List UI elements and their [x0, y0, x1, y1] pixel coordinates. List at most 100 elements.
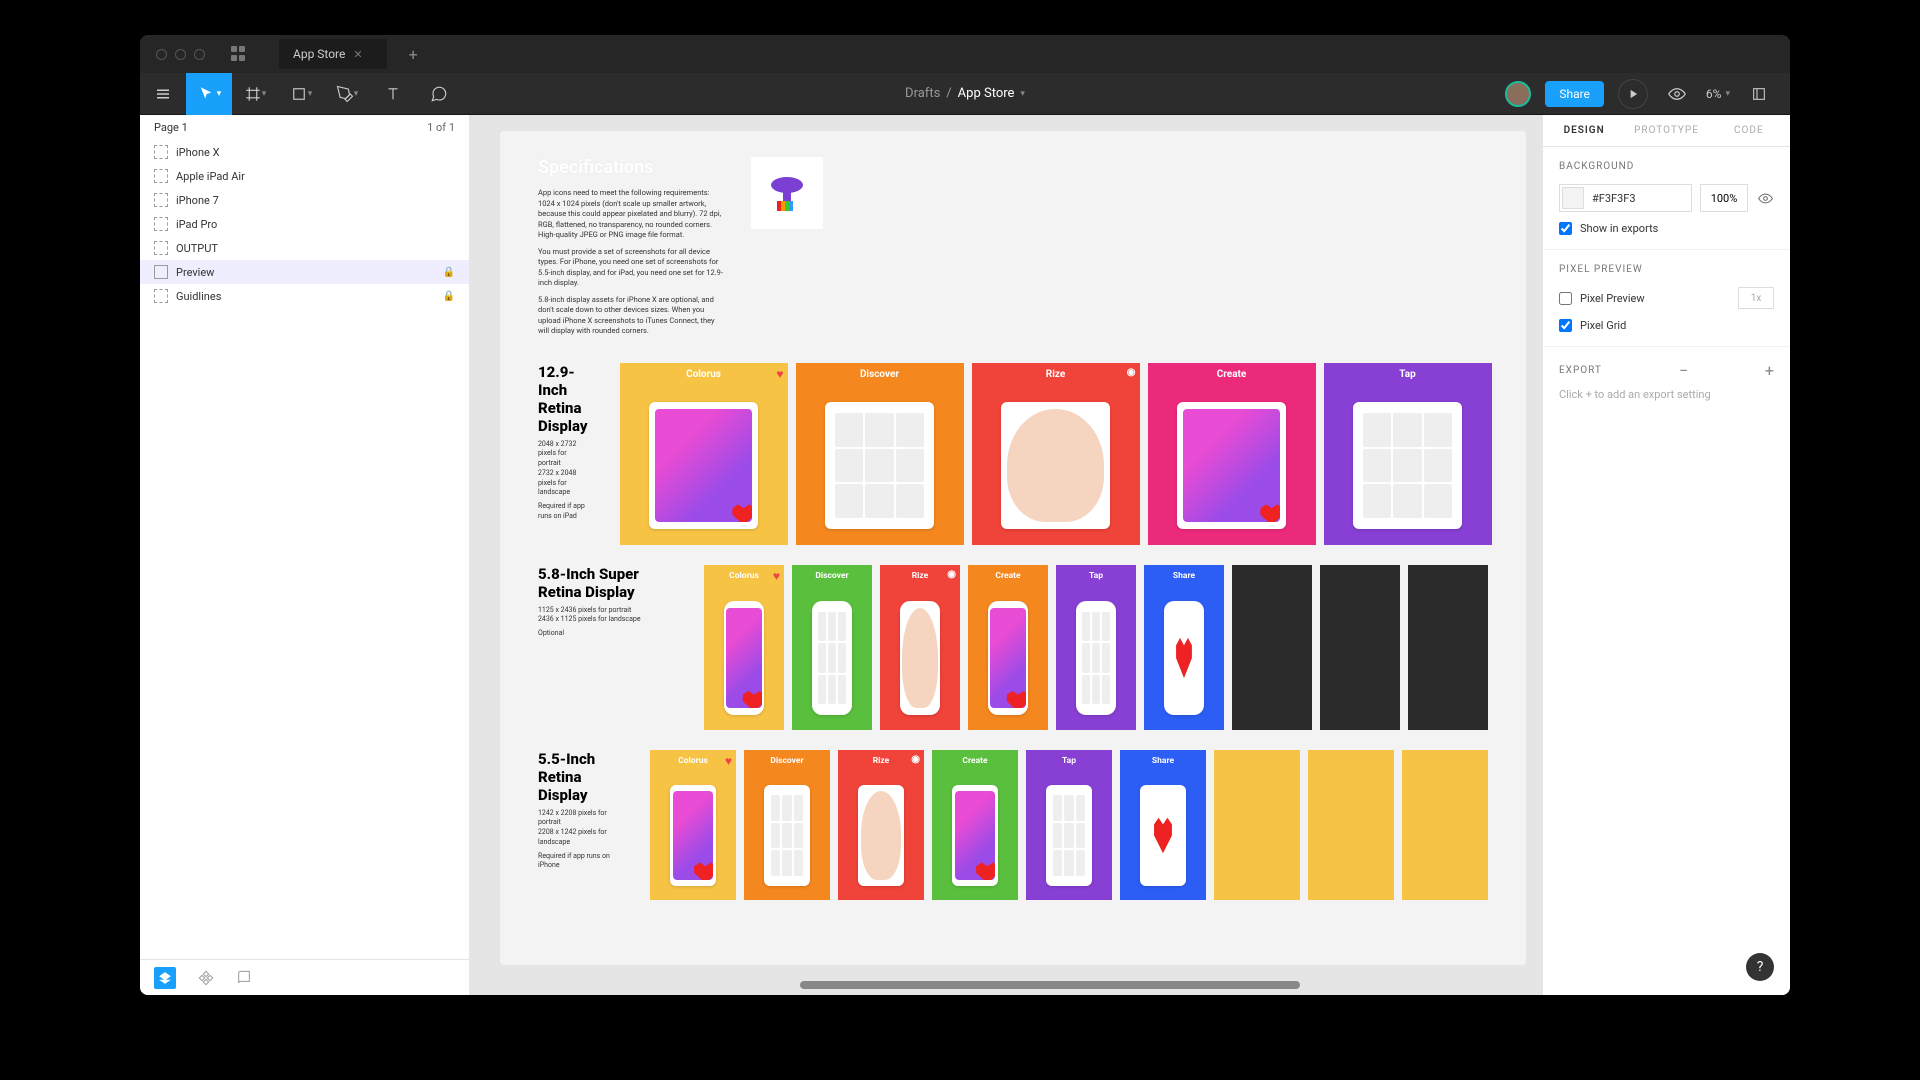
canvas[interactable]: Specifications App icons need to meet th… — [470, 115, 1542, 995]
screenshot-card[interactable]: Share — [1144, 565, 1224, 730]
chevron-down-icon[interactable]: ▾ — [1020, 89, 1025, 99]
heart-icon: ♥ — [776, 367, 783, 381]
text-tool[interactable] — [370, 73, 416, 115]
menu-button[interactable] — [140, 73, 186, 115]
screenshot-card[interactable]: Rize◉ — [838, 750, 924, 900]
color-hex[interactable]: #F3F3F3 — [1586, 192, 1642, 205]
screenshot-card[interactable]: Rize◉ — [880, 565, 960, 730]
color-swatch[interactable] — [1562, 187, 1584, 209]
share-button[interactable]: Share — [1545, 81, 1604, 107]
view-settings-icon[interactable] — [1662, 79, 1692, 109]
expand-panel-icon[interactable] — [1744, 79, 1774, 109]
avatar[interactable] — [1505, 81, 1531, 107]
components-tab-icon[interactable] — [198, 970, 214, 986]
present-button[interactable] — [1618, 79, 1648, 109]
device-mockup — [764, 785, 810, 886]
export-minus-icon[interactable]: − — [1679, 361, 1688, 380]
pixel-scale-select[interactable]: 1x — [1738, 287, 1774, 309]
lock-icon[interactable]: 🔒 — [443, 291, 455, 302]
pen-tool[interactable]: ▾ — [324, 73, 370, 115]
screenshot-card[interactable]: Colorus♥ — [650, 750, 736, 900]
screenshot-card[interactable]: Create — [968, 565, 1048, 730]
device-mockup — [724, 601, 765, 715]
screenshot-card[interactable]: Discover — [792, 565, 872, 730]
device-mockup — [952, 785, 998, 886]
screenshot-card[interactable]: Colorus♥ — [620, 363, 788, 545]
background-color-input[interactable]: #F3F3F3 — [1559, 184, 1692, 212]
frame-icon — [154, 145, 168, 159]
export-section: EXPORT − + Click + to add an export sett… — [1543, 347, 1790, 415]
visibility-toggle-icon[interactable] — [1756, 191, 1774, 206]
breadcrumb[interactable]: Drafts / App Store ▾ — [905, 86, 1025, 101]
layer-item[interactable]: Preview🔒 — [140, 260, 469, 284]
show-in-exports-checkbox[interactable]: Show in exports — [1559, 222, 1774, 235]
screenshots-row: Colorus♥DiscoverRize◉CreateTapShare — [650, 750, 1488, 900]
device-mockup — [900, 601, 941, 715]
checkbox[interactable] — [1559, 222, 1572, 235]
main: Page 1 1 of 1 iPhone XApple iPad AiriPho… — [140, 115, 1790, 995]
home-grid-icon[interactable] — [231, 46, 247, 62]
device-mockup — [1353, 402, 1462, 530]
maximize-window-icon[interactable] — [194, 49, 205, 60]
move-tool[interactable]: ▾ — [186, 73, 232, 115]
layer-item[interactable]: OUTPUT — [140, 236, 469, 260]
screenshot-card[interactable]: Tap — [1026, 750, 1112, 900]
file-tab[interactable]: App Store ✕ — [279, 39, 387, 69]
horizontal-scrollbar[interactable] — [800, 981, 1300, 989]
screenshot-card[interactable]: Share — [1120, 750, 1206, 900]
screenshot-card[interactable]: Colorus♥ — [704, 565, 784, 730]
pages-header[interactable]: Page 1 1 of 1 — [140, 115, 469, 140]
device-mockup — [670, 785, 716, 886]
shape-tool[interactable]: ▾ — [278, 73, 324, 115]
screenshot-card[interactable]: Tap — [1056, 565, 1136, 730]
layer-list: iPhone XApple iPad AiriPhone 7iPad ProOU… — [140, 140, 469, 959]
inspector-panel: DESIGN PROTOTYPE CODE BACKGROUND #F3F3F3… — [1542, 115, 1790, 995]
screenshot-card[interactable]: Rize◉ — [972, 363, 1140, 545]
window-controls[interactable] — [156, 49, 205, 60]
artboard[interactable]: Specifications App icons need to meet th… — [500, 131, 1526, 965]
tab-code[interactable]: CODE — [1708, 115, 1790, 146]
titlebar: App Store ✕ + — [140, 35, 1790, 73]
assets-tab-icon[interactable] — [236, 970, 252, 986]
tab-prototype[interactable]: PROTOTYPE — [1625, 115, 1707, 146]
inspector-tabs: DESIGN PROTOTYPE CODE — [1543, 115, 1790, 147]
breadcrumb-root[interactable]: Drafts — [905, 86, 940, 101]
camera-icon: ◉ — [1127, 367, 1136, 378]
close-window-icon[interactable] — [156, 49, 167, 60]
screenshot-placeholder — [1402, 750, 1488, 900]
artboard-content: Specifications App icons need to meet th… — [500, 131, 1526, 946]
frame-icon — [154, 265, 168, 279]
close-tab-icon[interactable]: ✕ — [353, 48, 362, 61]
comment-tool[interactable] — [416, 73, 462, 115]
opacity-input[interactable]: 100% — [1700, 184, 1748, 212]
export-add-icon[interactable]: + — [1765, 361, 1774, 380]
checkbox[interactable] — [1559, 319, 1572, 332]
layer-item[interactable]: iPhone 7 — [140, 188, 469, 212]
layer-item[interactable]: Apple iPad Air — [140, 164, 469, 188]
layer-item[interactable]: iPad Pro — [140, 212, 469, 236]
layer-item[interactable]: iPhone X — [140, 140, 469, 164]
help-button[interactable]: ? — [1746, 953, 1774, 981]
lock-icon[interactable]: 🔒 — [443, 267, 455, 278]
screenshot-card[interactable]: Discover — [744, 750, 830, 900]
layers-tab-icon[interactable] — [154, 967, 176, 989]
layer-item[interactable]: Guidlines🔒 — [140, 284, 469, 308]
spec-paragraph: 5.8-inch display assets for iPhone X are… — [538, 295, 723, 337]
screenshot-card[interactable]: Discover — [796, 363, 964, 545]
screenshot-card[interactable]: Create — [1148, 363, 1316, 545]
breadcrumb-current[interactable]: App Store — [958, 86, 1015, 101]
screenshot-card[interactable]: Create — [932, 750, 1018, 900]
device-mockup — [649, 402, 758, 530]
screenshot-title: Rize◉ — [880, 565, 960, 587]
minimize-window-icon[interactable] — [175, 49, 186, 60]
device-mockup — [858, 785, 904, 886]
checkbox[interactable] — [1559, 292, 1572, 305]
add-tab-button[interactable]: + — [409, 45, 418, 64]
pixel-grid-checkbox[interactable]: Pixel Grid — [1559, 319, 1774, 332]
zoom-control[interactable]: 6%▾ — [1706, 87, 1730, 101]
frame-tool[interactable]: ▾ — [232, 73, 278, 115]
screenshot-card[interactable]: Tap — [1324, 363, 1492, 545]
device-mockup — [1001, 402, 1110, 530]
pixel-preview-checkbox[interactable]: Pixel Preview 1x — [1559, 287, 1774, 309]
tab-design[interactable]: DESIGN — [1543, 115, 1625, 146]
